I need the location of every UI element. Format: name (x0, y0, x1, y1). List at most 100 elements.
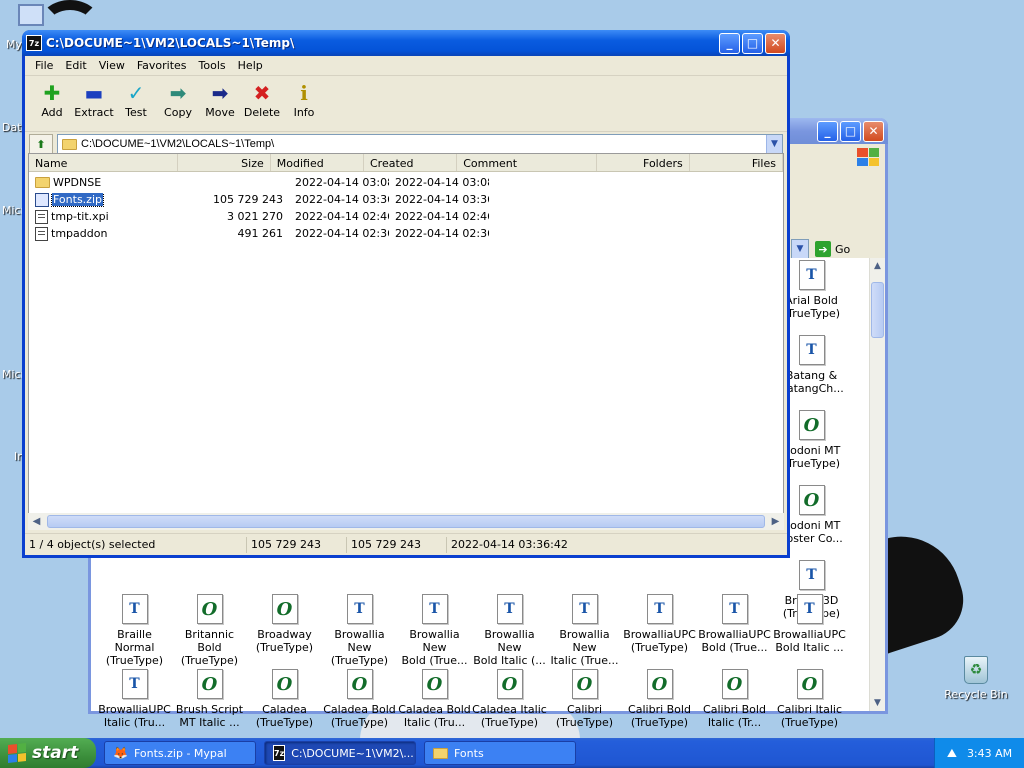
horizontal-scrollbar[interactable]: ◀ ▶ (28, 513, 784, 530)
add-button[interactable]: ✚ Add (31, 80, 73, 119)
taskbar-item-mypal[interactable]: 🦊 Fonts.zip - Mypal (104, 741, 256, 765)
column-modified[interactable]: Modified (271, 154, 364, 171)
fonts-address-dropdown[interactable]: ▼ (791, 239, 809, 259)
scroll-right-arrow[interactable]: ▶ (767, 513, 784, 530)
truetype-font-icon: T (798, 260, 825, 290)
address-input[interactable]: C:\DOCUME~1\VM2\LOCALS~1\Temp\ ▼ (57, 134, 783, 154)
scroll-up-arrow[interactable]: ▲ (870, 258, 885, 274)
font-item[interactable]: O Caladea Bold Italic (Tru... (397, 669, 472, 729)
column-comment[interactable]: Comment (457, 154, 597, 171)
scroll-left-arrow[interactable]: ◀ (28, 513, 45, 530)
column-created[interactable]: Created (364, 154, 458, 171)
extract-icon: ▬ (84, 81, 104, 105)
menu-help[interactable]: Help (232, 59, 269, 72)
scroll-thumb[interactable] (47, 515, 765, 528)
file-list[interactable]: Name Size Modified Created Comment Folde… (28, 153, 784, 527)
column-folders[interactable]: Folders (597, 154, 690, 171)
cell-modified: 2022-04-14 03:36 (295, 193, 389, 206)
table-row[interactable]: WPDNSE 2022-04-14 03:08 2022-04-14 03:08 (29, 174, 783, 191)
file-name: tmpaddon (51, 227, 108, 240)
clock[interactable]: 3:43 AM (967, 747, 1012, 760)
delete-button[interactable]: ✖ Delete (241, 80, 283, 119)
table-row[interactable]: Fonts.zip 105 729 243 2022-04-14 03:36 2022… (29, 191, 783, 208)
truetype-font-icon: T (421, 594, 448, 624)
font-item[interactable]: O Caladea Italic (TrueType) (472, 669, 547, 729)
menu-view[interactable]: View (93, 59, 131, 72)
go-button[interactable]: ➔ Go (815, 241, 850, 257)
font-item[interactable]: O Calibri Bold (TrueType) (622, 669, 697, 729)
font-item[interactable]: O Broadway (TrueType) (247, 594, 322, 654)
status-time: 2022-04-14 03:36:42 (451, 538, 568, 551)
extract-button[interactable]: ▬ Extract (73, 80, 115, 119)
minimize-button[interactable]: _ (719, 32, 740, 54)
windows-logo-icon (857, 148, 879, 166)
font-item[interactable]: O Britannic Bold (TrueType) (172, 594, 247, 667)
menu-file[interactable]: File (29, 59, 59, 72)
font-item[interactable]: O Caladea Bold (TrueType) (322, 669, 397, 729)
table-row[interactable]: tmp-tit.xpi 3 021 270 2022-04-14 02:46 2022… (29, 208, 783, 225)
menu-tools[interactable]: Tools (193, 59, 232, 72)
maximize-button[interactable]: □ (742, 32, 763, 54)
add-icon: ✚ (43, 81, 61, 105)
menu-edit[interactable]: Edit (59, 59, 92, 72)
font-item[interactable]: O Brush Script MT Italic ... (172, 669, 247, 729)
toolbar-label: Info (293, 106, 315, 119)
toolbar-label: Add (41, 106, 63, 119)
truetype-font-icon: T (346, 594, 373, 624)
test-button[interactable]: ✓ Test (115, 80, 157, 119)
7zip-window[interactable]: 7z C:\DOCUME~1\VM2\LOCALS~1\Temp\ _ □ ✕ … (22, 30, 790, 558)
font-item-label: Braille Normal (TrueType) (105, 628, 164, 667)
toolbar-label: Copy (164, 106, 192, 119)
cell-created: 2022-04-14 02:36 (395, 227, 489, 240)
column-files[interactable]: Files (690, 154, 783, 171)
truetype-font-icon: T (496, 594, 523, 624)
font-item[interactable]: T BrowalliaUPC Italic (Tru... (97, 669, 172, 729)
file-name: tmp-tit.xpi (51, 210, 109, 223)
taskbar-item-7zip[interactable]: 7z C:\DOCUME~1\VM2\... (264, 741, 416, 765)
start-button[interactable]: start (0, 738, 96, 768)
7zip-titlebar[interactable]: 7z C:\DOCUME~1\VM2\LOCALS~1\Temp\ _ □ ✕ (22, 30, 790, 56)
info-button[interactable]: i Info (283, 80, 325, 119)
desktop-icon-recycle-bin[interactable]: ♻ Recycle Bin (944, 656, 1008, 701)
close-button[interactable]: ✕ (863, 120, 884, 142)
font-item[interactable]: O Caladea (TrueType) (247, 669, 322, 729)
delete-icon: ✖ (253, 81, 271, 105)
minimize-button[interactable]: _ (817, 120, 838, 142)
taskbar-item-fonts[interactable]: Fonts (424, 741, 576, 765)
file-list-header: Name Size Modified Created Comment Folde… (29, 154, 783, 172)
copy-button[interactable]: ➡ Copy (157, 80, 199, 119)
windows-logo-icon (8, 743, 26, 763)
font-item[interactable]: T BrowalliaUPC Bold Italic ... (772, 594, 847, 654)
font-item[interactable]: T Browallia New Bold (True... (397, 594, 472, 667)
move-button[interactable]: ➡ Move (199, 80, 241, 119)
cell-name: tmpaddon (29, 226, 189, 241)
desktop-icon-data[interactable]: Dat (2, 121, 22, 134)
font-item[interactable]: O Calibri Bold Italic (Tr... (697, 669, 772, 729)
column-size[interactable]: Size (178, 154, 271, 171)
network-icon[interactable]: ⛰ (947, 746, 957, 761)
close-icon: ✕ (770, 36, 781, 50)
maximize-button[interactable]: □ (840, 120, 861, 142)
cell-created: 2022-04-14 03:36 (395, 193, 489, 206)
font-item[interactable]: T BrowalliaUPC (TrueType) (622, 594, 697, 654)
close-button[interactable]: ✕ (765, 32, 786, 54)
font-item[interactable]: T Browallia New (TrueType) (322, 594, 397, 667)
column-name[interactable]: Name (29, 154, 178, 171)
fonts-vertical-scrollbar[interactable]: ▲ ▼ (869, 258, 885, 711)
scroll-down-arrow[interactable]: ▼ (870, 695, 885, 711)
font-item[interactable]: O Calibri (TrueType) (547, 669, 622, 729)
desktop-icon-label: Recycle Bin (944, 688, 1008, 701)
table-row[interactable]: tmpaddon 491 261 2022-04-14 02:36 2022-04-1… (29, 225, 783, 242)
font-item[interactable]: T BrowalliaUPC Bold (True... (697, 594, 772, 654)
font-item[interactable]: T Braille Normal (TrueType) (97, 594, 172, 667)
chevron-down-icon[interactable]: ▼ (766, 135, 782, 153)
font-item[interactable]: T Browallia New Bold Italic (... (472, 594, 547, 667)
font-item[interactable]: T Browallia New Italic (True... (547, 594, 622, 667)
scroll-thumb[interactable] (871, 282, 884, 338)
font-item-label: Calibri Italic (TrueType) (776, 703, 843, 729)
toolbar-label: Extract (74, 106, 114, 119)
font-item-label: BrowalliaUPC (TrueType) (623, 628, 696, 654)
up-folder-button[interactable]: ⬆ (29, 134, 53, 154)
font-item[interactable]: O Calibri Italic (TrueType) (772, 669, 847, 729)
menu-favorites[interactable]: Favorites (131, 59, 193, 72)
